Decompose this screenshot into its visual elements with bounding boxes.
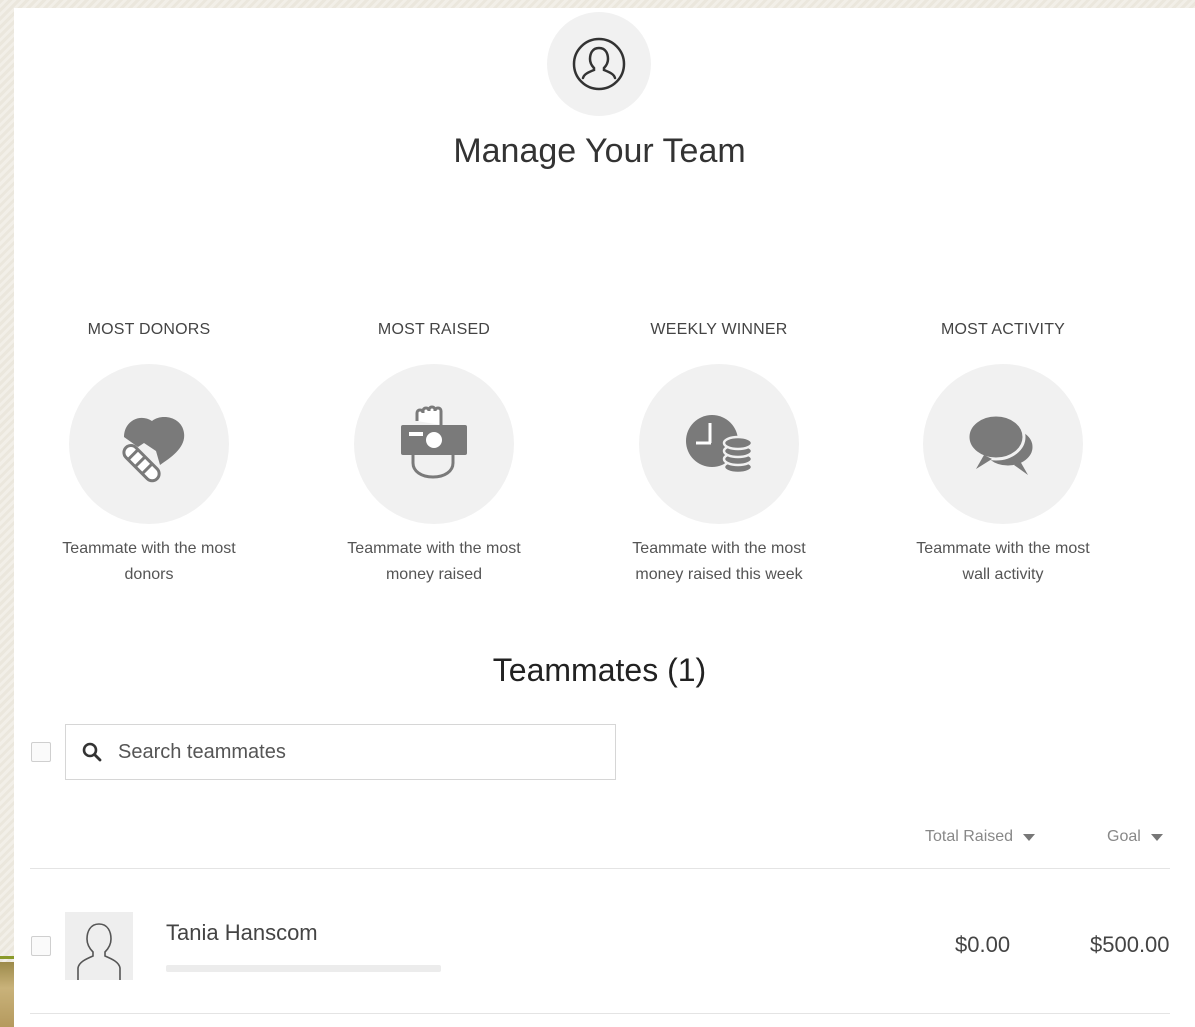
award-most-activity: MOST ACTIVITY Teammate with the most wal… <box>888 320 1118 588</box>
award-description: Teammate with the most donors <box>62 540 236 583</box>
award-icon-circle <box>639 364 799 524</box>
award-title: MOST DONORS <box>87 321 211 338</box>
teammate-total-raised: $0.00 <box>955 932 1011 957</box>
sort-total-raised[interactable]: Total Raised <box>925 828 1036 846</box>
award-icon-circle <box>354 364 514 524</box>
award-description: Teammate with the most wall activity <box>916 540 1090 583</box>
divider <box>30 1013 1170 1014</box>
award-icon-circle <box>69 364 229 524</box>
avatar[interactable] <box>65 912 133 980</box>
background-pattern-top <box>0 0 1195 8</box>
sort-goal[interactable]: Goal <box>1107 828 1163 846</box>
column-header-total-raised: Total Raised <box>925 828 1014 845</box>
award-title: MOST ACTIVITY <box>940 321 1066 338</box>
money-hand-icon <box>401 405 467 479</box>
manage-team-panel: Manage Your Team MOST DONORS Teammate wi… <box>14 8 1195 1027</box>
search-input[interactable] <box>116 739 590 765</box>
row-checkbox[interactable] <box>31 936 51 956</box>
user-circle-icon <box>547 12 651 116</box>
teammates-heading: Teammates (1) <box>492 652 707 688</box>
search-icon <box>82 742 102 762</box>
background-pattern-left <box>0 0 14 1027</box>
award-icon-circle <box>923 364 1083 524</box>
caret-down-icon <box>1023 833 1036 841</box>
user-placeholder-icon <box>77 923 121 980</box>
clock-coins-icon <box>686 415 754 475</box>
teammate-goal: $500.00 <box>1090 932 1170 957</box>
award-weekly-winner: WEEKLY WINNER Teammate with the most mon… <box>604 320 834 588</box>
page-title: Manage Your Team <box>453 132 746 170</box>
award-most-raised: MOST RAISED Teammate with the most money… <box>319 320 549 588</box>
handshake-icon <box>122 417 185 483</box>
divider <box>30 868 1170 869</box>
award-most-donors: MOST DONORS Teammate with the most donor… <box>34 320 264 588</box>
search-box[interactable] <box>65 724 616 780</box>
column-header-goal: Goal <box>1107 828 1141 845</box>
chat-bubbles-icon <box>966 413 1036 475</box>
award-description: Teammate with the most money raised this… <box>632 540 806 583</box>
award-title: WEEKLY WINNER <box>650 321 788 338</box>
select-all-checkbox[interactable] <box>31 742 51 762</box>
teammate-name[interactable]: Tania Hanscom <box>166 920 318 946</box>
award-title: MOST RAISED <box>377 321 491 338</box>
caret-down-icon <box>1150 833 1163 841</box>
fundraising-progress-bar <box>166 965 441 972</box>
award-description: Teammate with the most money raised <box>347 540 521 583</box>
